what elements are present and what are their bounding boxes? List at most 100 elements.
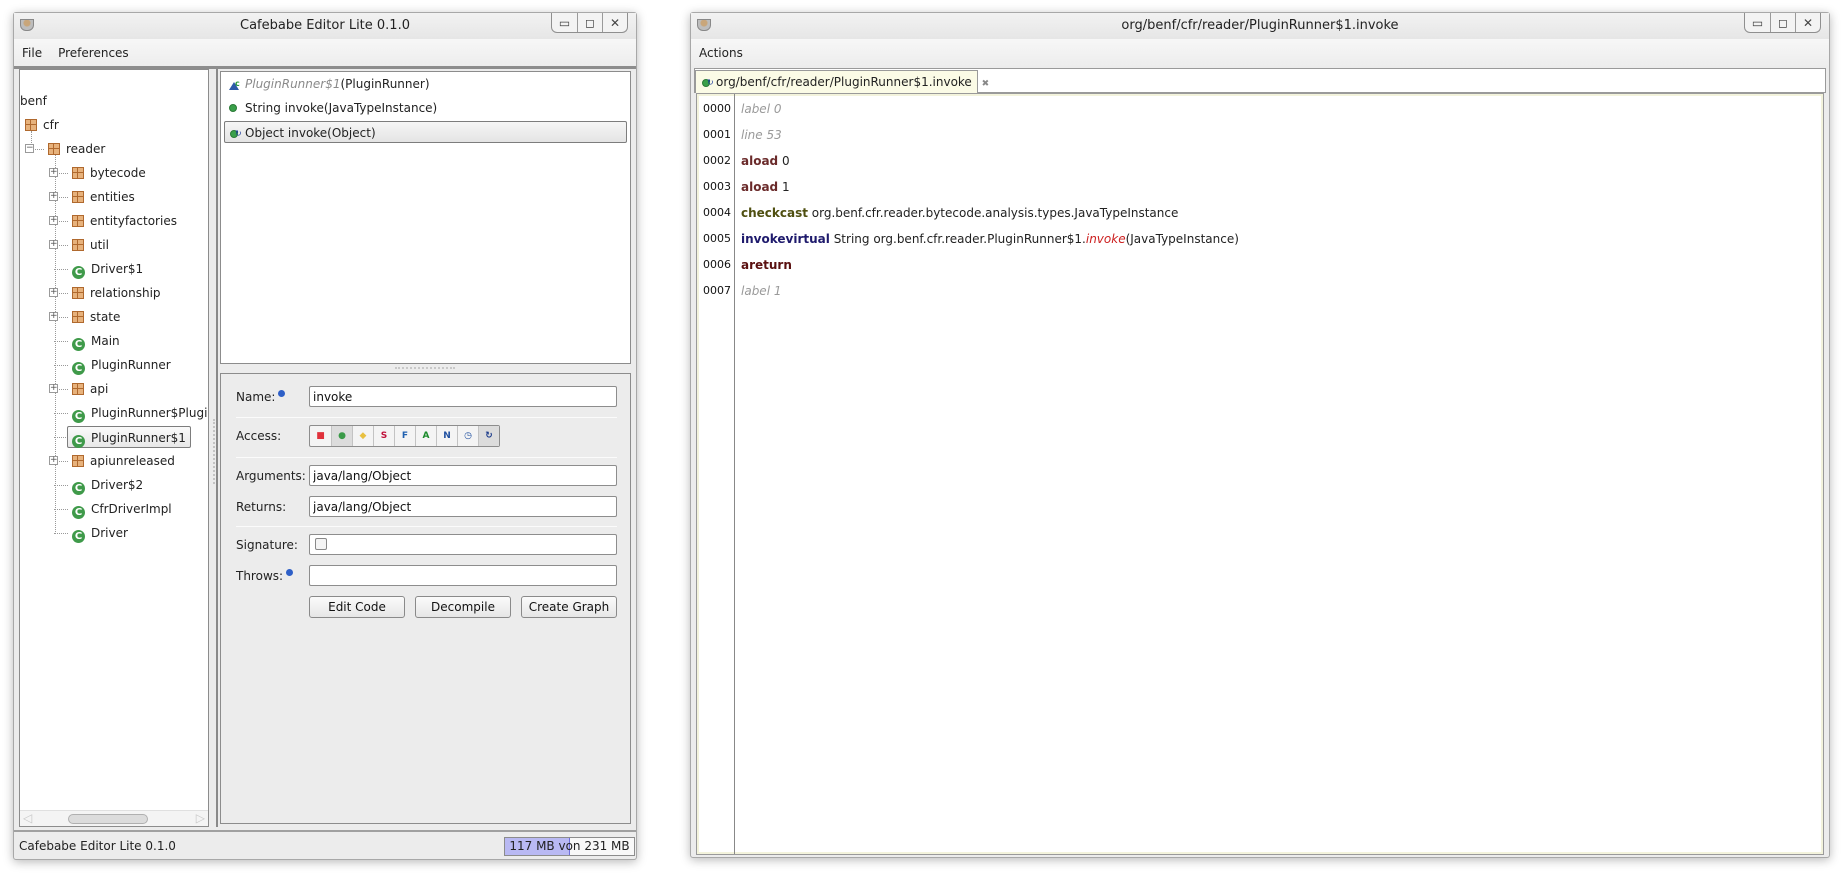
access-flag-synthetic[interactable]: ↻ [478, 426, 499, 446]
horizontal-scrollbar[interactable]: ◁ ▷ [20, 810, 208, 826]
expand-icon[interactable]: + [49, 192, 58, 201]
method-item-object-invoke[interactable]: ↻ Object invoke(Object) [224, 121, 627, 143]
expand-icon[interactable]: + [49, 240, 58, 249]
close-button[interactable]: ✕ [1795, 13, 1820, 32]
tree-item[interactable]: C Driver [72, 522, 128, 544]
vertical-splitter[interactable] [211, 69, 219, 827]
tree-item[interactable]: entityfactories [72, 210, 177, 232]
bytecode-line[interactable]: 0000 label 0 [697, 96, 1823, 122]
tab-label: org/benf/cfr/reader/PluginRunner$1.invok… [716, 75, 972, 89]
scrollbar-thumb[interactable] [68, 814, 148, 824]
tree-item[interactable]: entities [72, 186, 135, 208]
class-icon: C [72, 530, 85, 543]
bytecode-line[interactable]: 0004 checkcast org.benf.cfr.reader.byteco… [697, 200, 1823, 226]
tab-bytecode[interactable]: ↻ org/benf/cfr/reader/PluginRunner$1.inv… [695, 70, 989, 93]
method-item-constructor[interactable]: c PluginRunner$1(PluginRunner) [224, 73, 627, 95]
expand-icon[interactable]: + [49, 288, 58, 297]
scroll-right-icon[interactable]: ▷ [196, 811, 205, 825]
menu-file[interactable]: File [22, 46, 42, 60]
expand-icon[interactable]: + [49, 216, 58, 225]
throws-field[interactable] [309, 565, 617, 586]
access-flag-public[interactable]: ● [331, 426, 352, 446]
tree-item[interactable]: state [72, 306, 120, 328]
abstract-icon: A [422, 431, 430, 441]
expand-icon[interactable]: + [49, 456, 58, 465]
bytecode-line[interactable]: 0001 line 53 [697, 122, 1823, 148]
returns-field[interactable] [309, 496, 617, 517]
tree-item[interactable]: C PluginRunner$1 [67, 426, 191, 448]
access-flag-protected[interactable]: ◆ [352, 426, 373, 446]
decompile-button[interactable]: Decompile [415, 596, 511, 618]
instruction: label 1 [741, 278, 781, 304]
arguments-field[interactable] [309, 465, 617, 486]
tree-item[interactable]: relationship [72, 282, 161, 304]
access-flag-final[interactable]: F [394, 426, 415, 446]
menu-preferences[interactable]: Preferences [58, 46, 129, 60]
method-list[interactable]: c PluginRunner$1(PluginRunner) String in… [220, 71, 631, 364]
minimize-button[interactable]: ▭ [1745, 13, 1770, 32]
access-flag-abstract[interactable]: A [415, 426, 436, 446]
maximize-button[interactable]: ◻ [1770, 13, 1795, 32]
menu-actions[interactable]: Actions [699, 46, 743, 60]
access-flag-private[interactable]: ■ [310, 426, 331, 446]
tab-close-icon[interactable]: ✖ [982, 79, 990, 89]
tree-item[interactable]: C Main [72, 330, 120, 352]
tree-item[interactable]: C PluginRunner$PluginGlobal [72, 402, 208, 424]
name-field[interactable] [309, 386, 617, 407]
create-graph-button[interactable]: Create Graph [521, 596, 617, 618]
tree-root[interactable]: benf [20, 90, 47, 112]
maximize-button[interactable]: ◻ [577, 13, 602, 32]
method-item-string-invoke[interactable]: String invoke(JavaTypeInstance) [224, 97, 627, 119]
minimize-button[interactable]: ▭ [552, 13, 577, 32]
info-icon[interactable] [286, 569, 294, 576]
tree-item[interactable]: cfr [25, 114, 59, 136]
title-bar[interactable]: Cafebabe Editor Lite 0.1.0 ▭ ◻ ✕ [14, 13, 636, 39]
horizontal-splitter[interactable] [220, 365, 631, 372]
tree-item[interactable]: C Driver$2 [72, 474, 143, 496]
tree-item[interactable]: bytecode [72, 162, 146, 184]
tree-item[interactable]: api [72, 378, 108, 400]
menu-bar: File Preferences [14, 39, 636, 66]
signature-checkbox[interactable] [315, 538, 327, 550]
bytecode-line[interactable]: 0006 areturn [697, 252, 1823, 278]
class-tree[interactable]: benf cfr − reader + bytecode + entities + entityf… [19, 69, 209, 827]
edit-code-button[interactable]: Edit Code [309, 596, 405, 618]
line-number: 0002 [703, 154, 731, 167]
tree-item[interactable]: util [72, 234, 109, 256]
expand-icon[interactable]: + [49, 384, 58, 393]
main-window: Cafebabe Editor Lite 0.1.0 ▭ ◻ ✕ File Pr… [13, 12, 637, 860]
tree-item[interactable]: C PluginRunner [72, 354, 171, 376]
instruction: invokevirtual String org.benf.cfr.reader… [741, 226, 1239, 252]
bytecode-line[interactable]: 0007 label 1 [697, 278, 1823, 304]
operand: String org.benf.cfr.reader.PluginRunner$… [829, 232, 1086, 246]
package-icon [25, 119, 37, 131]
access-flag-synchronized[interactable]: ◷ [457, 426, 478, 446]
expand-icon[interactable]: + [49, 168, 58, 177]
line-number: 0001 [703, 128, 731, 141]
tree-item[interactable]: apiunreleased [72, 450, 175, 472]
access-flag-static[interactable]: S [373, 426, 394, 446]
bytecode-line[interactable]: 0002 aload 0 [697, 148, 1823, 174]
title-bar[interactable]: org/benf/cfr/reader/PluginRunner$1.invok… [691, 13, 1829, 39]
info-icon[interactable] [278, 390, 286, 397]
tree-item-label: Driver [91, 526, 128, 540]
tree-guide-line [54, 413, 68, 414]
close-button[interactable]: ✕ [602, 13, 627, 32]
line-number: 0000 [703, 102, 731, 115]
signature-field[interactable] [309, 534, 617, 555]
tree-item[interactable]: C Driver$1 [72, 258, 143, 280]
bytecode-editor[interactable]: 0000 label 0 0001 line 53 0002 aload 0 0003 alo… [696, 93, 1824, 855]
collapse-icon[interactable]: − [25, 144, 34, 153]
expand-icon[interactable]: + [49, 312, 58, 321]
scroll-left-icon[interactable]: ◁ [23, 811, 32, 825]
tree-item[interactable]: C CfrDriverImpl [72, 498, 172, 520]
package-icon [72, 383, 84, 395]
instruction: label 0 [741, 96, 781, 122]
access-flag-native[interactable]: N [436, 426, 457, 446]
tree-guide-line [54, 269, 68, 270]
package-icon [72, 287, 84, 299]
bytecode-line[interactable]: 0003 aload 1 [697, 174, 1823, 200]
memory-indicator[interactable]: 117 MB von 231 MB [504, 837, 635, 856]
tree-item[interactable]: reader [48, 138, 105, 160]
bytecode-line[interactable]: 0005 invokevirtual String org.benf.cfr.re… [697, 226, 1823, 252]
